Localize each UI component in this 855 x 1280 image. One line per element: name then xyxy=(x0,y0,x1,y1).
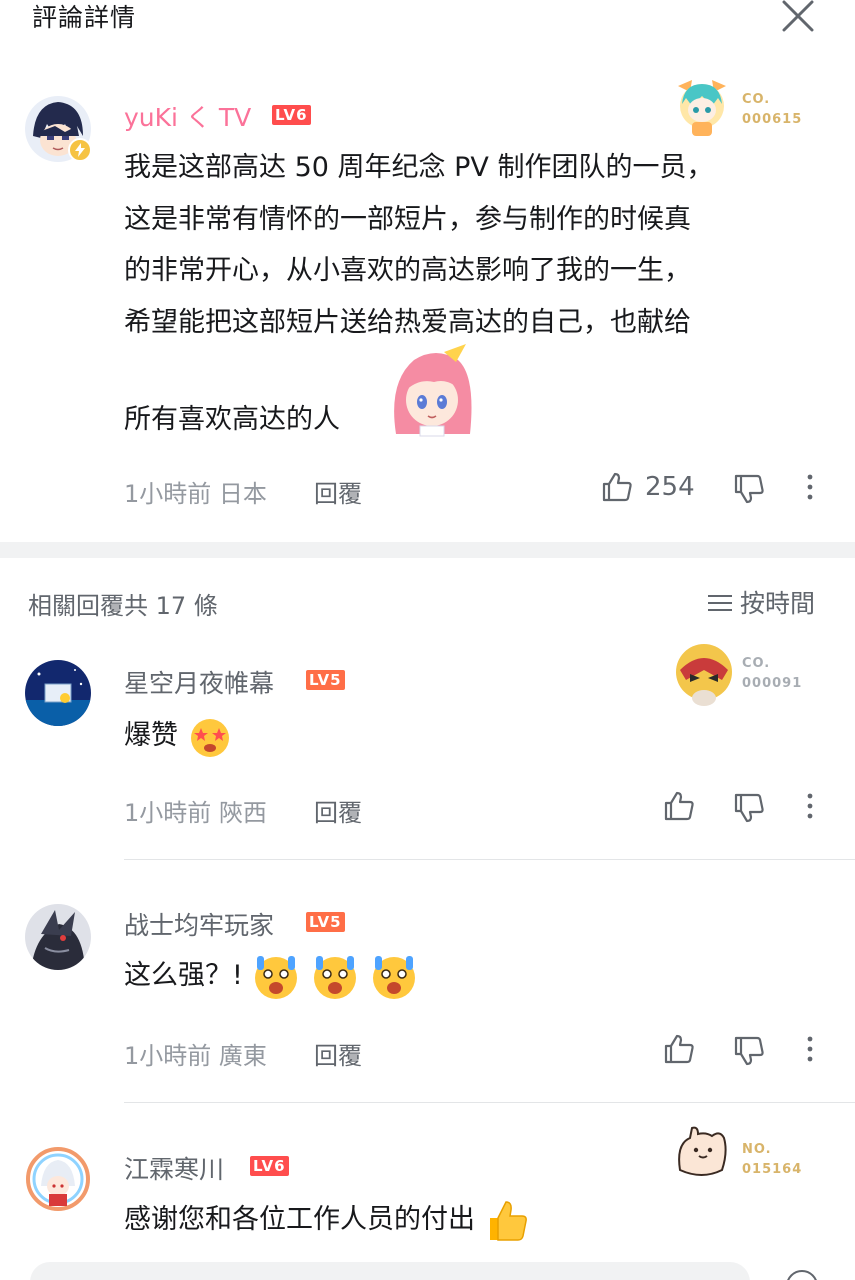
reply-time: 1小時前 陝西 xyxy=(124,799,267,827)
like-button[interactable] xyxy=(662,789,696,823)
more-button[interactable] xyxy=(793,470,827,504)
section-divider xyxy=(0,542,855,558)
reply-text: 感谢您和各位工作人员的付出 xyxy=(124,1192,530,1248)
shocked-emoji xyxy=(372,955,415,999)
dislike-button[interactable] xyxy=(732,472,766,506)
dislike-icon xyxy=(734,793,764,823)
reply-text: 爆赞 xyxy=(124,708,233,764)
reply-text-content: 这么强？! xyxy=(124,960,243,991)
fan-medal-avatar xyxy=(678,1126,727,1176)
star-eyes-emoji xyxy=(190,718,229,757)
emoji-button[interactable] xyxy=(786,1270,818,1280)
comment-line: 的非常开心，从小喜欢的高达影响了我的一生， xyxy=(124,255,691,286)
anime-girl-sticker-icon xyxy=(394,344,472,437)
fan-medal-card[interactable]: CO. 000091 xyxy=(672,640,812,710)
username[interactable]: yuKi く TV xyxy=(124,98,251,134)
level-badge: LV6 xyxy=(272,105,311,125)
lightning-badge-icon xyxy=(68,138,92,162)
sort-icon xyxy=(708,593,732,613)
more-button[interactable] xyxy=(793,1032,827,1066)
level-badge: LV5 xyxy=(306,670,345,690)
comment-time: 1小時前 日本 xyxy=(124,480,267,508)
comment-input[interactable] xyxy=(30,1262,750,1280)
username[interactable]: 江霖寒川 xyxy=(124,1150,224,1186)
comment-line: 我是这部高达 50 周年纪念 PV 制作团队的一员， xyxy=(124,152,714,183)
like-icon xyxy=(602,472,632,502)
like-button[interactable] xyxy=(600,470,634,504)
fan-medal-number: 000615 xyxy=(742,112,803,127)
reply-button[interactable]: 回覆 xyxy=(314,1036,362,1071)
header-bar: 評論詳情 xyxy=(0,0,855,40)
avatar[interactable] xyxy=(25,660,91,726)
fan-medal-label-top: NO. xyxy=(742,1142,772,1157)
dislike-icon xyxy=(734,1036,764,1066)
fan-medal-card[interactable]: NO. 015164 xyxy=(672,1122,812,1192)
like-icon xyxy=(664,1034,694,1064)
fan-medal-avatar xyxy=(676,644,732,706)
thumbs-up-emoji xyxy=(489,1200,527,1241)
fan-medal-label-top: CO. xyxy=(742,656,771,671)
fan-medal-card[interactable]: CO. 000615 xyxy=(672,76,812,146)
dislike-icon xyxy=(734,474,764,504)
reply-button[interactable]: 回覆 xyxy=(314,474,362,509)
fan-medal-number: 015164 xyxy=(742,1162,803,1177)
replies-count-title: 相關回覆共 17 條 xyxy=(28,592,218,620)
fan-medal-avatar xyxy=(678,80,726,136)
avatar[interactable] xyxy=(25,1146,91,1212)
dislike-button[interactable] xyxy=(732,1034,766,1068)
comment-line: 这是非常有情怀的一部短片，参与制作的时候真 xyxy=(124,204,691,235)
avatar[interactable] xyxy=(25,904,91,970)
like-button[interactable] xyxy=(662,1032,696,1066)
like-count: 254 xyxy=(645,472,695,502)
fan-medal-number: 000091 xyxy=(742,676,803,691)
sort-button[interactable]: 按時間 xyxy=(708,584,815,620)
level-badge: LV6 xyxy=(250,1156,289,1176)
dislike-button[interactable] xyxy=(732,791,766,825)
sort-label: 按時間 xyxy=(740,589,816,618)
more-icon xyxy=(807,1036,813,1062)
reply-button[interactable]: 回覆 xyxy=(314,793,362,828)
username[interactable]: 星空月夜帷幕 xyxy=(124,664,274,700)
reply-text-content: 感谢您和各位工作人员的付出 xyxy=(124,1204,475,1235)
page-title: 評論詳情 xyxy=(32,3,137,32)
row-divider xyxy=(124,859,855,860)
comment-line: 所有喜欢高达的人 xyxy=(124,392,340,448)
reply-text: 这么强？! xyxy=(124,948,419,1004)
comment-line-text: 所有喜欢高达的人 xyxy=(124,404,340,435)
more-icon xyxy=(807,793,813,819)
level-badge: LV5 xyxy=(306,912,345,932)
reply-time: 1小時前 廣東 xyxy=(124,1042,267,1070)
close-icon xyxy=(782,0,814,32)
more-icon xyxy=(807,474,813,500)
close-button[interactable] xyxy=(776,0,820,38)
reply-text-content: 爆赞 xyxy=(124,720,178,751)
more-button[interactable] xyxy=(793,789,827,823)
row-divider xyxy=(124,1102,855,1103)
shocked-emoji xyxy=(314,955,357,999)
like-icon xyxy=(664,791,694,821)
fan-medal-label-top: CO. xyxy=(742,92,771,107)
username[interactable]: 战士均牢玩家 xyxy=(124,906,274,942)
shocked-emoji xyxy=(255,955,298,999)
